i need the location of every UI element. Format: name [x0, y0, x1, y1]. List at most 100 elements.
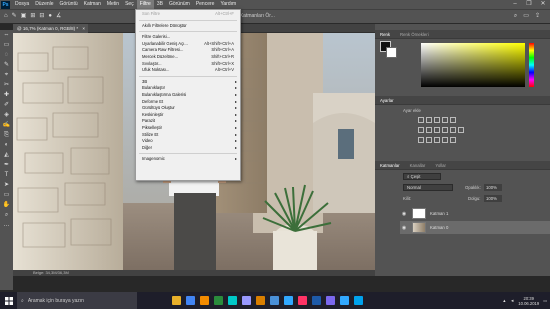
taskbar-app-icon[interactable]: [298, 296, 307, 305]
lasso-tool-icon[interactable]: ◌: [0, 50, 13, 60]
brush-size-icon[interactable]: ●: [48, 9, 52, 24]
threshold-icon[interactable]: [434, 137, 440, 143]
menu-item[interactable]: Yardım: [217, 0, 239, 9]
levels-icon[interactable]: [426, 117, 432, 123]
taskbar-app-icon[interactable]: [284, 296, 293, 305]
hand-tool-icon[interactable]: ✋: [0, 200, 13, 210]
new-selection-icon[interactable]: ▣: [21, 9, 27, 24]
layer-row-1[interactable]: ◉ Katman 1: [400, 207, 550, 220]
menu-item[interactable]: Katman: [81, 0, 104, 9]
taskbar-app-icon[interactable]: [228, 296, 237, 305]
menu-item[interactable]: Düzenle: [32, 0, 56, 9]
filter-menu-item[interactable]: Filtre Galerisi...: [136, 34, 240, 40]
eraser-tool-icon[interactable]: ⎘: [0, 130, 13, 140]
move-tool-icon[interactable]: ⇔: [0, 30, 13, 40]
angle-icon[interactable]: ∡: [56, 9, 61, 24]
stamp-tool-icon[interactable]: ◈: [0, 110, 13, 120]
posterize-icon[interactable]: [426, 137, 432, 143]
tab-swatches[interactable]: Renk Örnekleri: [395, 32, 434, 37]
taskbar-app-icon[interactable]: [172, 296, 181, 305]
filter-menu-item[interactable]: Camera Raw Filtresi... Shift+Ctrl+A: [136, 47, 240, 53]
color-balance-icon[interactable]: [426, 127, 432, 133]
filter-menu-item[interactable]: Stilize Et ▸: [136, 132, 240, 138]
document-tab[interactable]: @ 16,7% (Katman 0, RGB/8) * ×: [13, 24, 88, 33]
subtract-selection-icon[interactable]: ⊟: [39, 9, 44, 24]
tab-channels[interactable]: Kanallar: [405, 163, 431, 168]
hue-slider[interactable]: [529, 43, 534, 87]
volume-icon[interactable]: ◄: [510, 298, 514, 303]
taskbar-app-icon[interactable]: [270, 296, 279, 305]
filter-menu-item[interactable]: Akıllı Filtrelere Dönüştür: [136, 23, 240, 29]
quick-selection-icon[interactable]: ✎: [12, 9, 17, 24]
menu-item[interactable]: Filtre: [136, 0, 154, 9]
filter-menu-item[interactable]: Gürültüyü Oluştur ▸: [136, 105, 240, 111]
history-brush-tool-icon[interactable]: ✍: [0, 120, 13, 130]
filter-menu-item[interactable]: Bulanıklaştırma Galerisi ▸: [136, 92, 240, 98]
visibility-eye-icon[interactable]: ◉: [400, 211, 408, 217]
filter-menu-item[interactable]: Imagenomic ▸: [136, 156, 240, 162]
filter-menu-item[interactable]: Mercek Düzeltme... Shift+Ctrl+R: [136, 54, 240, 60]
invert-icon[interactable]: [418, 137, 424, 143]
slice-tool-icon[interactable]: ✂: [0, 80, 13, 90]
menu-item[interactable]: Seç: [122, 0, 137, 9]
type-tool-icon[interactable]: T: [0, 170, 13, 180]
shape-tool-icon[interactable]: ▭: [0, 190, 13, 200]
filter-menu-item[interactable]: Deforme Et ▸: [136, 99, 240, 105]
color-lookup-icon[interactable]: [458, 127, 464, 133]
foreground-background-swatch[interactable]: [380, 41, 400, 61]
add-selection-icon[interactable]: ⊞: [30, 9, 35, 24]
filter-menu-item[interactable]: Video ▸: [136, 138, 240, 144]
search-icon[interactable]: ⌕: [514, 9, 517, 24]
marquee-tool-icon[interactable]: ▭: [0, 40, 13, 50]
taskbar-app-icon[interactable]: [326, 296, 335, 305]
taskbar-app-icon[interactable]: [200, 296, 209, 305]
path-selection-tool-icon[interactable]: ➤: [0, 180, 13, 190]
gradient-tool-icon[interactable]: ◐: [0, 140, 13, 150]
opacity-input[interactable]: 100%: [484, 184, 502, 191]
menu-item[interactable]: 3B: [154, 0, 166, 9]
share-icon[interactable]: ⇪: [535, 9, 540, 24]
color-field[interactable]: [421, 43, 525, 87]
menu-item[interactable]: Dosya: [12, 0, 32, 9]
tab-layers[interactable]: Katmanlar: [375, 163, 405, 168]
gradient-map-icon[interactable]: [442, 137, 448, 143]
filter-menu-item[interactable]: Keskinleştir ▸: [136, 112, 240, 118]
start-button[interactable]: [0, 292, 17, 309]
background-color[interactable]: [386, 47, 397, 58]
minimize-button[interactable]: –: [508, 0, 522, 9]
taskbar-app-icon[interactable]: [312, 296, 321, 305]
close-button[interactable]: ✕: [536, 0, 550, 9]
fill-input[interactable]: 100%: [484, 195, 502, 202]
taskbar-app-icon[interactable]: [340, 296, 349, 305]
taskbar-app-icon[interactable]: [186, 296, 195, 305]
home-icon[interactable]: ⌂: [4, 9, 8, 24]
filter-menu-item[interactable]: Bulanıklaştır ▸: [136, 85, 240, 91]
clock[interactable]: 20:39 10.06.2019: [518, 296, 539, 306]
brightness-icon[interactable]: [418, 117, 424, 123]
filter-menu-item[interactable]: Parazit ▸: [136, 118, 240, 124]
network-icon[interactable]: ▲: [502, 298, 506, 303]
tab-paths[interactable]: Yollar: [430, 163, 451, 168]
black-white-icon[interactable]: [434, 127, 440, 133]
close-tab-icon[interactable]: ×: [82, 24, 85, 33]
blur-tool-icon[interactable]: ◭: [0, 150, 13, 160]
healing-tool-icon[interactable]: ✚: [0, 90, 13, 100]
menu-item[interactable]: Görünüm: [166, 0, 193, 9]
brush-tool-icon[interactable]: ✐: [0, 100, 13, 110]
layer-row-0[interactable]: ◉ Katman 0: [400, 221, 550, 234]
notifications-icon[interactable]: ▭: [543, 298, 547, 303]
taskbar-app-icon[interactable]: [214, 296, 223, 305]
filter-menu-item[interactable]: Sıvılaştır... Shift+Ctrl+X: [136, 61, 240, 67]
taskbar-app-icon[interactable]: [354, 296, 363, 305]
layer-filter-select[interactable]: ⌕ Çeşit: [403, 173, 441, 180]
maximize-button[interactable]: ❐: [522, 0, 536, 9]
filter-menu-item[interactable]: Uyarlanabilir Geniş Açı... Alt+Shift+Ctrl…: [136, 41, 240, 47]
selective-color-icon[interactable]: [450, 137, 456, 143]
menu-item[interactable]: Pencere: [193, 0, 218, 9]
tab-adjustments[interactable]: Ayarlar: [375, 98, 399, 103]
filter-menu-item[interactable]: Pikselleştir ▸: [136, 125, 240, 131]
taskbar-app-icon[interactable]: [242, 296, 251, 305]
menu-item[interactable]: Metin: [104, 0, 122, 9]
vibrance-icon[interactable]: [450, 117, 456, 123]
curves-icon[interactable]: [434, 117, 440, 123]
